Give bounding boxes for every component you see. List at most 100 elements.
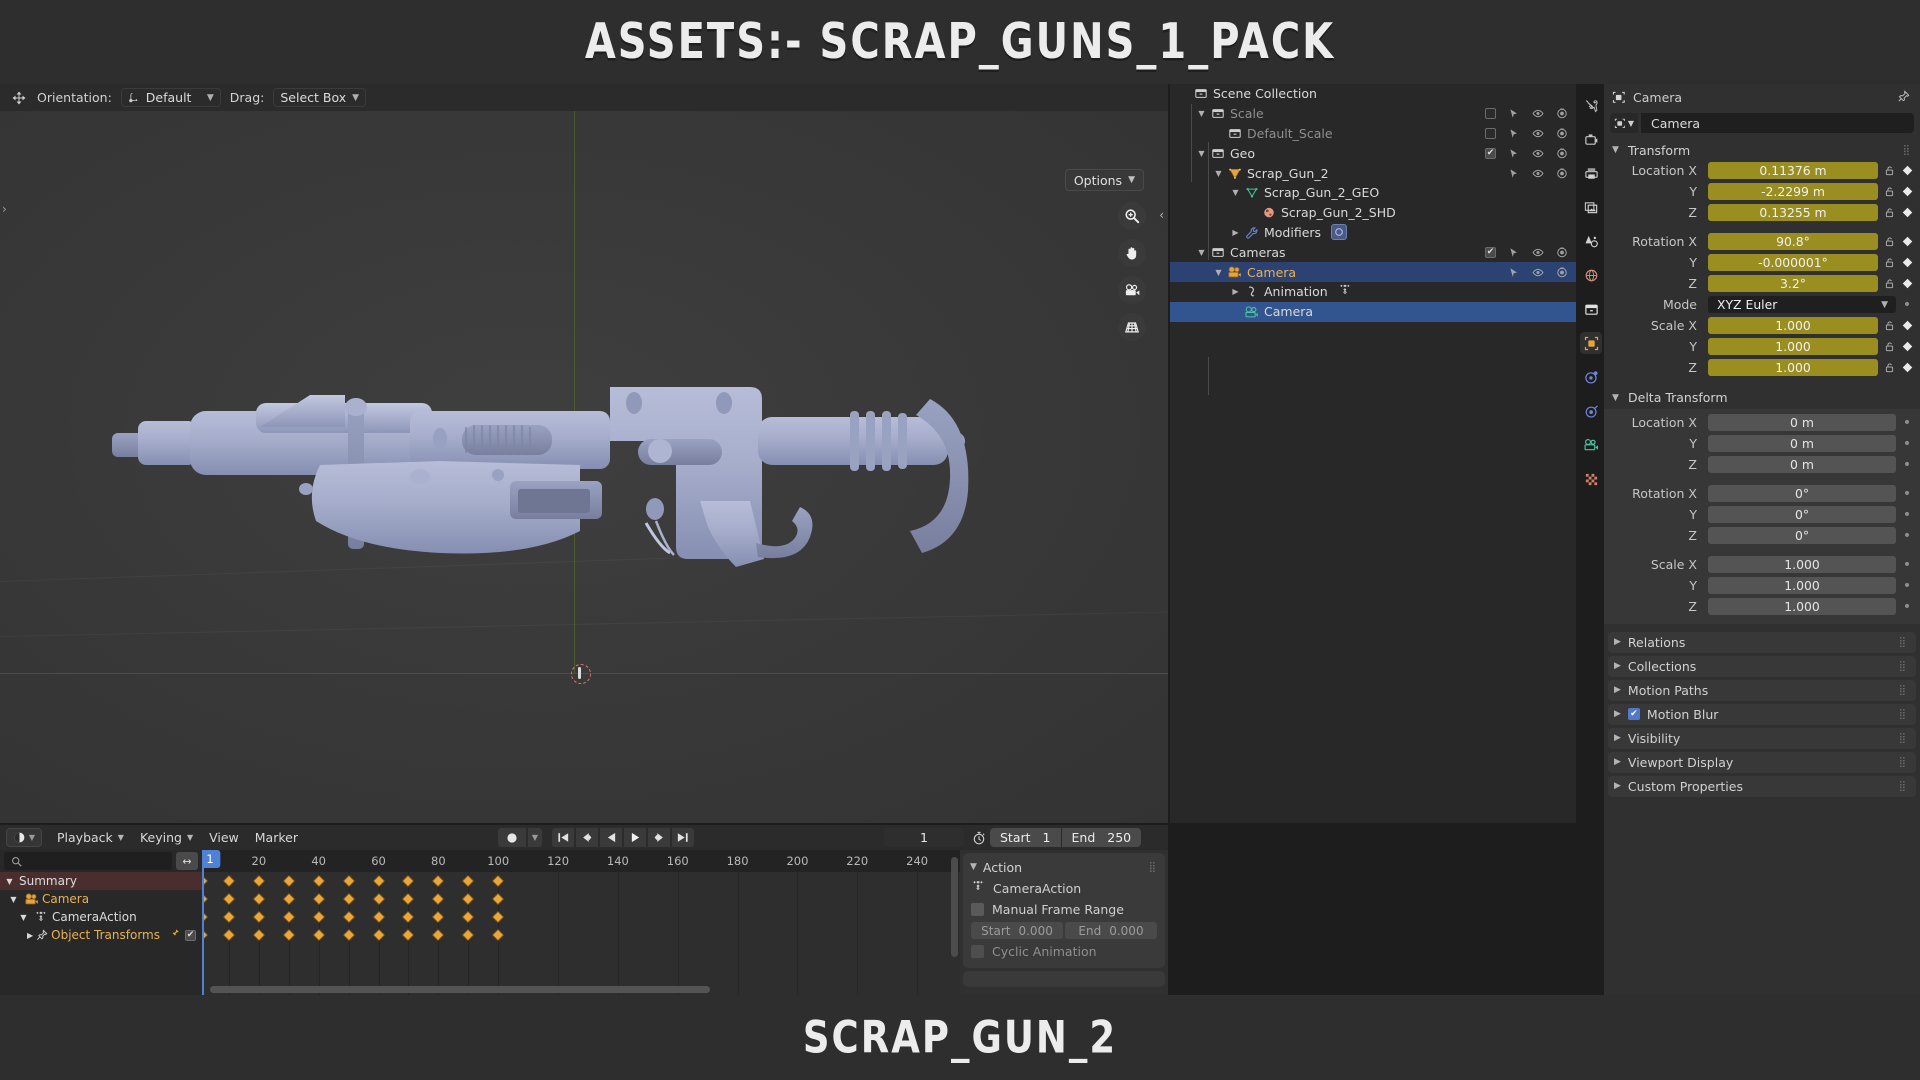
render-toggle[interactable] (1555, 246, 1568, 259)
keyframe-row[interactable] (202, 872, 962, 890)
keyframe-diamond[interactable] (461, 892, 475, 906)
toolbar-toggle-arrow[interactable]: › (2, 202, 7, 216)
tab-object[interactable] (1580, 332, 1602, 354)
grab-dots-icon[interactable]: ⣿ (1899, 757, 1907, 768)
keyframe-diamond[interactable] (222, 910, 236, 924)
lock-icon[interactable] (1882, 362, 1896, 373)
grid-area[interactable] (202, 872, 962, 995)
menu-view[interactable]: View (201, 828, 247, 847)
cyclic-animation-checkbox[interactable] (971, 945, 984, 958)
pin-icon[interactable] (1897, 90, 1910, 106)
collapsed-section[interactable]: ▶ Visibility ⣿ (1608, 727, 1916, 749)
keyframe-diamond[interactable] (312, 928, 326, 942)
disclosure-triangle-closed[interactable]: ▶ (1229, 228, 1242, 237)
grab-dots-icon[interactable]: ⣿ (1899, 709, 1907, 720)
outliner-row[interactable]: ▶ Animation (1170, 282, 1576, 302)
keyframe-diamond[interactable] (282, 874, 296, 888)
keyframe-icon[interactable] (1900, 186, 1914, 197)
keyframe-diamond[interactable] (252, 874, 266, 888)
visibility-toggle[interactable] (1531, 147, 1544, 160)
visibility-toggle[interactable] (1531, 246, 1544, 259)
keyframe-row[interactable] (202, 926, 962, 944)
tab-view-layer[interactable] (1580, 196, 1602, 218)
playhead[interactable] (202, 850, 204, 995)
menu-playback[interactable]: Playback ▼ (49, 828, 132, 847)
property-value-field[interactable]: 0.13255 m (1708, 204, 1878, 222)
outliner-row[interactable]: ▶ Modifiers (1170, 223, 1576, 243)
viewport-scene[interactable] (0, 111, 1168, 823)
keyframe-diamond[interactable] (432, 874, 445, 888)
collapsed-section[interactable]: ▶ Custom Properties ⣿ (1608, 775, 1916, 797)
action-panel-card-collapsed[interactable] (963, 971, 1165, 987)
disclosure-triangle-closed[interactable]: ▶ (1229, 287, 1242, 296)
tab-physics[interactable] (1580, 400, 1602, 422)
selectable-toggle[interactable] (1507, 127, 1520, 140)
property-value-field[interactable]: 1.000 (1708, 556, 1896, 574)
exclude-checkbox[interactable] (1485, 108, 1496, 120)
channel-disclosure-triangle[interactable]: ▶ (27, 931, 33, 940)
keyframe-diamond[interactable] (312, 892, 326, 906)
selectable-toggle[interactable] (1507, 107, 1520, 120)
action-end-field[interactable]: End 0.000 (1065, 922, 1157, 939)
manual-frame-range-checkbox[interactable] (971, 903, 984, 916)
action-name-row[interactable]: CameraAction (963, 877, 1165, 899)
tab-output[interactable] (1580, 162, 1602, 184)
keyframe-diamond[interactable] (222, 928, 236, 942)
keyframe-diamond[interactable] (282, 928, 296, 942)
lock-icon[interactable] (1882, 236, 1896, 247)
selectable-toggle[interactable] (1507, 246, 1520, 259)
lock-icon[interactable] (1882, 186, 1896, 197)
lock-icon[interactable] (1882, 207, 1896, 218)
keyframe-diamond[interactable] (342, 874, 355, 888)
object-name-field[interactable]: Camera (1641, 113, 1914, 133)
keyframe-icon[interactable] (1900, 320, 1914, 331)
keyframe-grid[interactable]: 20 40 60 80 100 120 140 160 180 200 220 240 1 (202, 850, 962, 995)
disclosure-triangle-closed[interactable]: ▶ (1212, 129, 1225, 138)
property-value-field[interactable]: -0.000001° (1708, 254, 1878, 272)
property-value-field[interactable]: 0 m (1708, 435, 1896, 453)
property-value-field[interactable]: 1.000 (1708, 359, 1878, 377)
keyframe-diamond[interactable] (432, 910, 445, 924)
keyframe-diamond[interactable] (372, 910, 385, 924)
disclosure-triangle-open[interactable]: ▼ (1195, 109, 1208, 118)
property-value-field[interactable]: 1.000 (1708, 598, 1896, 616)
keyframe-diamond[interactable] (342, 910, 355, 924)
keyframe-diamond[interactable] (282, 910, 296, 924)
keyframe-diamond[interactable] (372, 874, 385, 888)
keyframe-diamond[interactable] (222, 892, 236, 906)
keyframe-diamond[interactable] (491, 928, 505, 942)
auto-keying-button[interactable] (498, 828, 526, 847)
keyframe-diamond[interactable] (402, 928, 415, 942)
keyframe-diamond[interactable] (252, 892, 266, 906)
move-tool-icon[interactable] (10, 90, 28, 106)
outliner-row[interactable]: ▼ Scrap_Gun_2 (1170, 163, 1576, 183)
render-toggle[interactable] (1555, 107, 1568, 120)
delta-transform-header[interactable]: ▼ Delta Transform (1604, 387, 1920, 409)
visibility-toggle[interactable] (1531, 127, 1544, 140)
keyframe-diamond[interactable] (252, 928, 266, 942)
hand-icon[interactable] (1118, 239, 1146, 267)
keyframe-row[interactable] (202, 908, 962, 926)
tab-tool[interactable] (1580, 94, 1602, 116)
property-value-field[interactable]: 0 m (1708, 414, 1896, 432)
keyframe-diamond[interactable] (312, 874, 326, 888)
outliner-row[interactable]: ▼ Scrap_Gun_2_GEO (1170, 183, 1576, 203)
keyframe-diamond[interactable] (461, 928, 475, 942)
play-reverse-button[interactable] (600, 828, 622, 847)
property-value-field[interactable]: 3.2° (1708, 275, 1878, 293)
auto-keying-dropdown[interactable]: ▼ (528, 828, 542, 847)
keyframe-icon[interactable] (1900, 341, 1914, 352)
grab-dots-icon[interactable]: ⣿ (1899, 733, 1907, 744)
grab-dots-icon[interactable]: ⣿ (1899, 637, 1907, 648)
grid-icon[interactable] (1118, 313, 1146, 341)
collapsed-section[interactable]: ▶ Motion Paths ⣿ (1608, 679, 1916, 701)
keyframe-diamond[interactable] (402, 910, 415, 924)
channel-disclosure-triangle[interactable]: ▼ (17, 913, 30, 922)
viewport-options-button[interactable]: Options ▼ (1064, 169, 1144, 191)
channel-row[interactable]: ▼ Summary (0, 872, 202, 890)
orientation-select[interactable]: Default ▼ (120, 88, 221, 107)
outliner-editor[interactable]: ▶ Scene Collection ▼ Scale ▶ Default_Scale ▼ Ge… (1170, 84, 1576, 823)
property-value-field[interactable]: 0° (1708, 506, 1896, 524)
property-value-field[interactable]: 1.000 (1708, 317, 1878, 335)
outliner-row[interactable]: ▶ Scene Collection (1170, 84, 1576, 104)
